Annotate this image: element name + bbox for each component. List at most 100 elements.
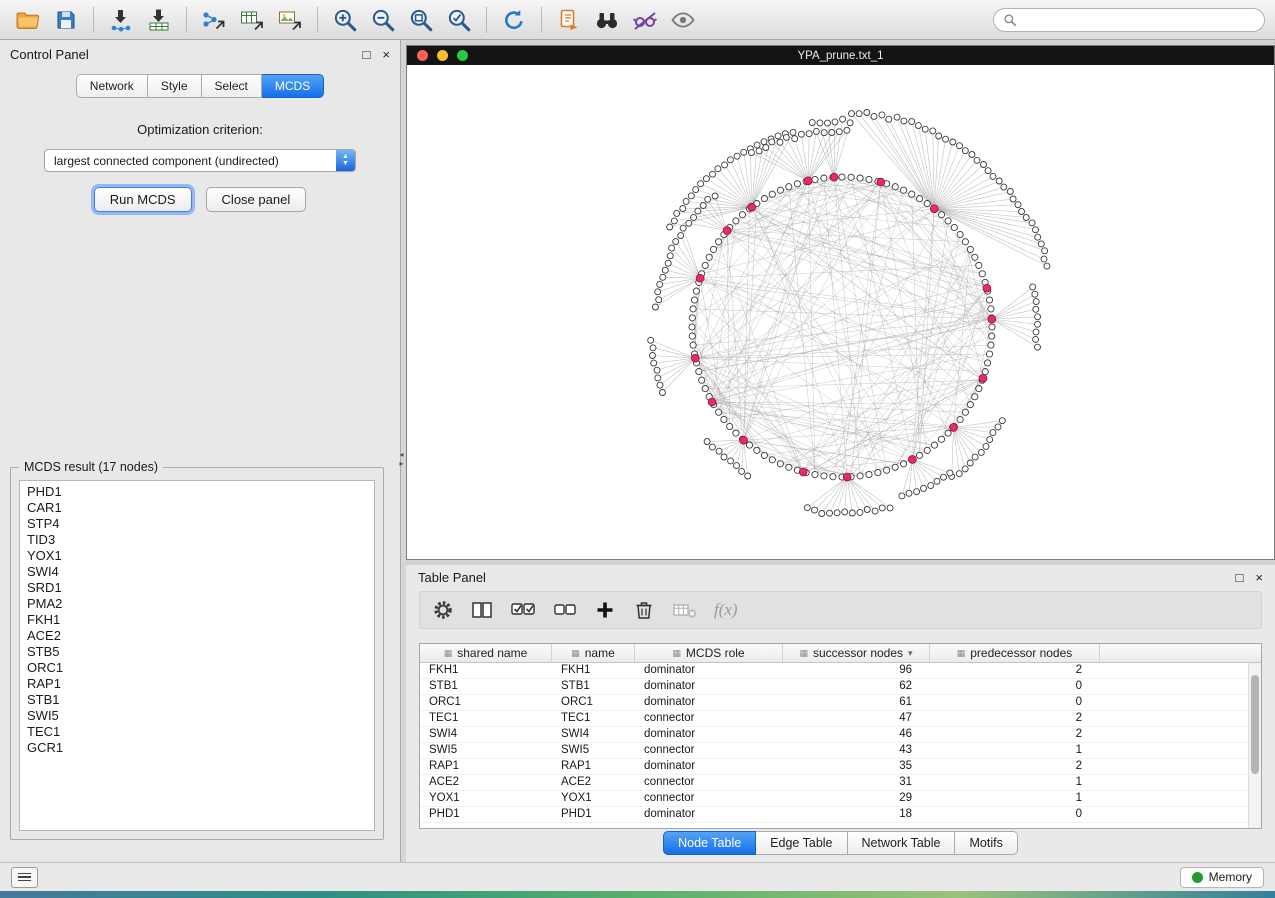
table-row[interactable]: ORC1ORC1dominator610 [420, 695, 1248, 711]
tab-network[interactable]: Network [76, 74, 148, 98]
close-panel-icon[interactable]: × [382, 48, 390, 61]
zoom-fit-magnifier-icon [408, 7, 434, 33]
table-cell: SWI4 [552, 727, 635, 742]
search-box[interactable] [993, 8, 1265, 32]
panel-divider-handle[interactable]: ◂▸ [397, 446, 406, 472]
table-row[interactable]: ACE2ACE2connector311 [420, 775, 1248, 791]
table-row[interactable]: PHD1PHD1dominator180 [420, 807, 1248, 823]
tab-network-table[interactable]: Network Table [848, 831, 956, 855]
search-input[interactable] [1022, 13, 1255, 27]
export-network-button[interactable] [196, 4, 232, 36]
run-mcds-button[interactable]: Run MCDS [94, 187, 192, 212]
network-canvas[interactable] [407, 65, 1274, 559]
show-all-button[interactable] [665, 4, 701, 36]
close-window-icon[interactable] [417, 50, 428, 61]
table-cell: 62 [783, 679, 930, 694]
table-row[interactable]: TEC1TEC1connector472 [420, 711, 1248, 727]
memory-button[interactable]: Memory [1180, 867, 1264, 888]
column-header[interactable]: ▦MCDS role [635, 644, 783, 662]
tab-style[interactable]: Style [148, 74, 202, 98]
network-window-titlebar[interactable]: YPA_prune.txt_1 [407, 46, 1274, 65]
sort-arrow-icon: ▾ [908, 648, 913, 659]
find-button[interactable] [589, 4, 625, 36]
zoom-selected-button[interactable] [441, 4, 477, 36]
table-row[interactable]: SWI4SWI4dominator462 [420, 727, 1248, 743]
column-header[interactable]: ▦successor nodes▾ [783, 644, 930, 662]
table-row[interactable]: SWI5SWI5connector431 [420, 743, 1248, 759]
table-row[interactable]: RAP1RAP1dominator352 [420, 759, 1248, 775]
float-table-panel-icon[interactable]: □ [1236, 571, 1244, 584]
table-scrollbar[interactable] [1248, 663, 1261, 828]
table-settings-button[interactable] [432, 597, 454, 623]
import-table-button[interactable] [141, 4, 177, 36]
mcds-result-item[interactable]: YOX1 [20, 548, 374, 564]
delete-column-button[interactable] [633, 597, 655, 623]
zoom-in-button[interactable] [327, 4, 363, 36]
mcds-result-item[interactable]: PMA2 [20, 596, 374, 612]
open-file-button[interactable] [10, 4, 46, 36]
mcds-result-item[interactable]: SWI5 [20, 708, 374, 724]
float-panel-icon[interactable]: □ [363, 48, 371, 61]
mcds-result-item[interactable]: GCR1 [20, 740, 374, 756]
toolbar-separator [317, 7, 318, 33]
mcds-result-item[interactable]: STB1 [20, 692, 374, 708]
table-cell: TEC1 [552, 711, 635, 726]
hide-selected-button[interactable] [627, 4, 663, 36]
apply-layout-button[interactable] [496, 4, 532, 36]
function-builder-button[interactable]: f(x) [714, 600, 738, 620]
export-table-button[interactable] [234, 4, 270, 36]
mcds-result-list[interactable]: PHD1CAR1STP4TID3YOX1SWI4SRD1PMA2FKH1ACE2… [19, 480, 375, 831]
optimization-criterion-select[interactable]: largest connected component (undirected)… [44, 149, 356, 172]
table-cell: PHD1 [420, 807, 552, 822]
close-table-panel-icon[interactable]: × [1255, 571, 1263, 584]
minimize-window-icon[interactable] [437, 50, 448, 61]
column-header[interactable]: ▦name [552, 644, 635, 662]
share-document-button[interactable] [551, 4, 587, 36]
mcds-result-item[interactable]: CAR1 [20, 500, 374, 516]
import-network-button[interactable] [103, 4, 139, 36]
mcds-result-item[interactable]: FKH1 [20, 612, 374, 628]
mcds-result-item[interactable]: STP4 [20, 516, 374, 532]
share-document-icon [557, 8, 581, 32]
export-image-button[interactable] [272, 4, 308, 36]
mcds-result-item[interactable]: ORC1 [20, 660, 374, 676]
scrollbar-thumb[interactable] [1251, 675, 1259, 774]
toolbar-separator [541, 7, 542, 33]
mcds-result-item[interactable]: TEC1 [20, 724, 374, 740]
tab-select[interactable]: Select [202, 74, 262, 98]
table-cell: 46 [783, 727, 930, 742]
zoom-fit-button[interactable] [403, 4, 439, 36]
hide-column-button[interactable] [672, 597, 697, 623]
mcds-result-item[interactable]: RAP1 [20, 676, 374, 692]
zoom-window-icon[interactable] [457, 50, 468, 61]
create-column-button[interactable] [594, 597, 616, 623]
zoom-out-button[interactable] [365, 4, 401, 36]
deselect-all-rows-button[interactable] [553, 597, 577, 623]
mcds-result-item[interactable]: STB5 [20, 644, 374, 660]
close-panel-button[interactable]: Close panel [206, 187, 307, 212]
mcds-result-item[interactable]: SWI4 [20, 564, 374, 580]
save-session-button[interactable] [48, 4, 84, 36]
table-cell: RAP1 [552, 759, 635, 774]
mcds-result-item[interactable]: TID3 [20, 532, 374, 548]
show-columns-button[interactable] [471, 597, 493, 623]
table-row[interactable]: YOX1YOX1connector291 [420, 791, 1248, 807]
tab-node-table[interactable]: Node Table [663, 831, 756, 855]
glasses-slash-icon [632, 8, 658, 32]
select-all-rows-button[interactable] [510, 597, 536, 623]
mcds-result-item[interactable]: PHD1 [20, 484, 374, 500]
table-row[interactable]: STB1STB1dominator620 [420, 679, 1248, 695]
tab-mcds[interactable]: MCDS [262, 74, 324, 98]
tab-edge-table[interactable]: Edge Table [756, 831, 847, 855]
column-header[interactable]: ▦predecessor nodes [930, 644, 1100, 662]
mcds-result-item[interactable]: ACE2 [20, 628, 374, 644]
column-header[interactable]: ▦shared name [420, 644, 552, 662]
tab-motifs[interactable]: Motifs [955, 831, 1017, 855]
table-cell: YOX1 [420, 791, 552, 806]
table-row[interactable]: FKH1FKH1dominator962 [420, 663, 1248, 679]
table-cell-filler [1100, 679, 1248, 694]
plus-icon [595, 600, 615, 620]
mcds-result-item[interactable]: SRD1 [20, 580, 374, 596]
status-menu-button[interactable] [11, 867, 38, 888]
table-cell: SWI5 [420, 743, 552, 758]
